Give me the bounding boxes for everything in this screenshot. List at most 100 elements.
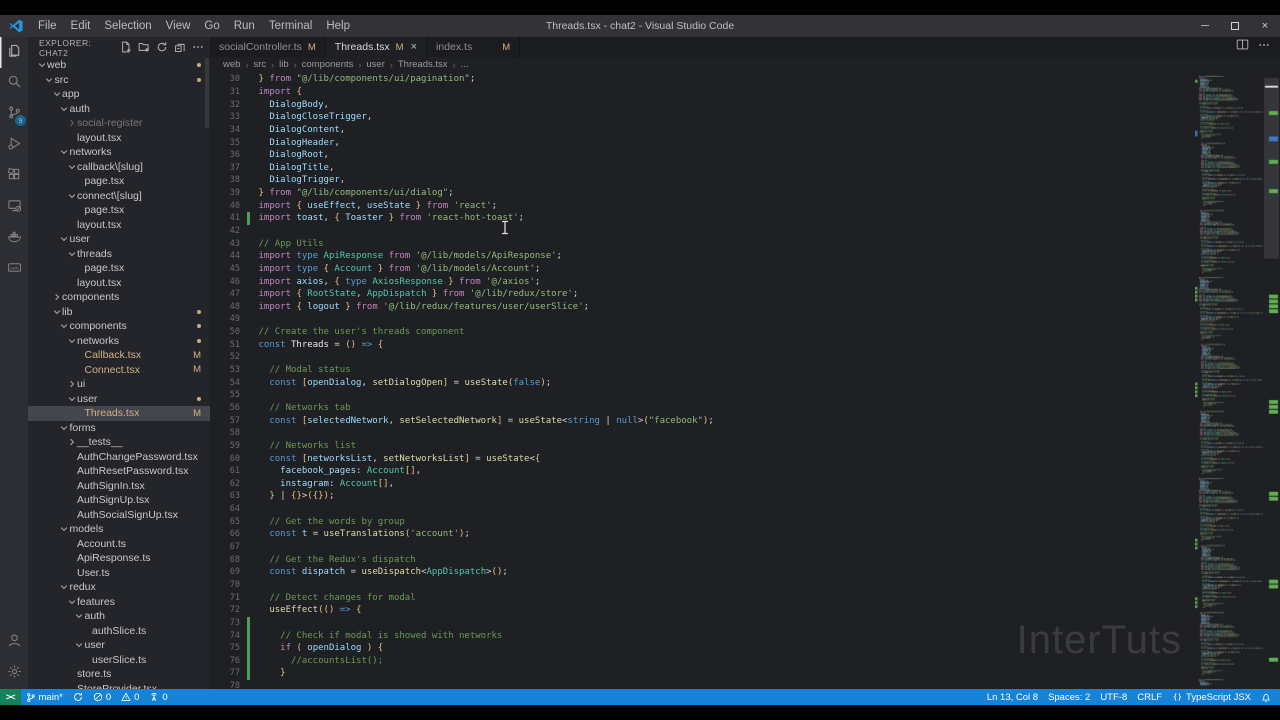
tree-item-auth[interactable]: auth — [28, 609, 210, 624]
tree-item-authresetpasswordtsx[interactable]: AuthResetPassword.tsx — [28, 464, 210, 479]
scrollbar-overview-ruler[interactable] — [1263, 72, 1280, 689]
tree-item-redux[interactable]: redux — [28, 580, 210, 595]
tree-item-networks[interactable]: networks — [28, 145, 210, 160]
refresh-button[interactable] — [154, 40, 170, 56]
menu-terminal[interactable]: Terminal — [262, 20, 319, 32]
ports-status[interactable]: 0 — [144, 689, 172, 705]
encoding[interactable]: UTF-8 — [1095, 689, 1132, 705]
tree-item-threads[interactable]: threads — [28, 247, 210, 262]
maximize-button[interactable] — [1220, 15, 1250, 37]
tree-item-networks[interactable]: networks — [28, 334, 210, 349]
tree-item-accountts[interactable]: Account.ts — [28, 537, 210, 552]
new-folder-button[interactable] — [136, 40, 152, 56]
tree-item-connecttsx[interactable]: Connect.tsx M — [28, 363, 210, 378]
tree-item-app[interactable]: app — [28, 87, 210, 102]
tree-item-authsignuptsx[interactable]: AuthSignUp.tsx — [28, 493, 210, 508]
code-area[interactable]: 30} from "@/lib/components/ui/pagination… — [210, 72, 1280, 689]
tree-item-authslicets[interactable]: authSlice.ts — [28, 624, 210, 639]
close-button[interactable]: × — [1250, 15, 1280, 37]
breadcrumb-item[interactable]: ... — [461, 59, 469, 70]
tree-item-features[interactable]: features — [28, 595, 210, 610]
tree-item-storets[interactable]: store.ts — [28, 667, 210, 682]
tree-item-threadstsx[interactable]: Threads.tsx M — [28, 406, 210, 421]
tree-item-lib[interactable]: lib — [28, 305, 210, 320]
tree-item-pagetsx[interactable]: page.tsx — [28, 203, 210, 218]
tree-item-callbackslug[interactable]: callback\[slug] — [28, 160, 210, 175]
breadcrumb-item[interactable]: lib — [279, 59, 289, 70]
menu-run[interactable]: Run — [227, 20, 262, 32]
tree-item-callbacktsx[interactable]: Callback.tsx M — [28, 348, 210, 363]
split-editor-icon[interactable] — [1236, 38, 1249, 56]
tree-item-forms[interactable]: forms — [28, 421, 210, 436]
sync-status[interactable] — [68, 689, 88, 705]
tree-item-models[interactable]: models — [28, 522, 210, 537]
notifications[interactable] — [1256, 689, 1276, 705]
cursor-position[interactable]: Ln 13, Col 8 — [982, 689, 1043, 705]
menu-file[interactable]: File — [31, 20, 64, 32]
tree-item-pagetsx[interactable]: page.tsx — [28, 174, 210, 189]
menu-selection[interactable]: Selection — [97, 20, 158, 32]
menu-view[interactable]: View — [159, 20, 198, 32]
tree-item-web[interactable]: web — [28, 58, 210, 73]
tree-item-user[interactable]: user — [28, 392, 210, 407]
activity-docker[interactable] — [0, 223, 28, 254]
tab-socialcontroller-ts[interactable]: socialController.ts M — [210, 37, 326, 57]
tree-item-layouttsx[interactable]: layout.tsx — [28, 131, 210, 146]
activity-run-and-debug[interactable] — [0, 130, 28, 161]
minimap[interactable] — [1195, 72, 1263, 689]
remote-indicator[interactable]: >< — [0, 689, 21, 705]
tab-index-ts[interactable]: index.ts M — [427, 37, 521, 57]
tree-item-storeprovidertsx[interactable]: StoreProvider.tsx — [28, 682, 210, 689]
menu-help[interactable]: Help — [319, 20, 357, 32]
language-mode[interactable]: TypeScript JSX — [1167, 689, 1256, 705]
activity-source-control[interactable]: 9 — [0, 99, 28, 130]
activity-remote-explorer[interactable] — [0, 192, 28, 223]
more-actions-icon[interactable] — [1258, 38, 1270, 56]
tree-item-components[interactable]: components — [28, 319, 210, 334]
tree-item-user[interactable]: user — [28, 638, 210, 653]
tree-item-layouttsx[interactable]: layout.tsx — [28, 218, 210, 233]
tree-item-pagetsx[interactable]: page.tsx — [28, 261, 210, 276]
activity-search[interactable] — [0, 68, 28, 99]
activity-settings[interactable] — [0, 658, 28, 689]
breadcrumb-item[interactable]: components — [302, 59, 354, 70]
more-button[interactable] — [190, 40, 206, 56]
tree-item-auth[interactable]: auth — [28, 102, 210, 117]
sidebar-scrollbar[interactable] — [205, 58, 209, 128]
tree-item-userts[interactable]: User.ts — [28, 566, 210, 581]
tree-item-userslicets[interactable]: userSlice.ts — [28, 653, 210, 668]
new-file-button[interactable] — [118, 40, 134, 56]
errors-status[interactable]: 0 — [88, 689, 116, 705]
menu-edit[interactable]: Edit — [64, 20, 98, 32]
breadcrumb-item[interactable]: user — [366, 59, 384, 70]
breadcrumb-item[interactable]: Threads.tsx — [398, 59, 448, 70]
branch-status[interactable]: main* — [21, 689, 68, 705]
tree-item-apiresponsets[interactable]: ApiResponse.ts — [28, 551, 210, 566]
activity-account[interactable] — [0, 627, 28, 658]
collapse-all-button[interactable] — [172, 40, 188, 56]
tab-close-icon[interactable]: × — [411, 41, 417, 53]
tree-item-user[interactable]: user — [28, 232, 210, 247]
tree-item-authsocialsignuptsx[interactable]: AuthSocialSignUp.tsx — [28, 508, 210, 523]
tree-item-connectslug[interactable]: connect\[slug] — [28, 189, 210, 204]
indentation[interactable]: Spaces: 2 — [1043, 689, 1095, 705]
menu-go[interactable]: Go — [197, 20, 226, 32]
activity-api-client[interactable]: /API — [0, 254, 28, 285]
tree-item-layouttsx[interactable]: layout.tsx — [28, 276, 210, 291]
tree-item-components[interactable]: components — [28, 290, 210, 305]
warnings-status[interactable]: 0 — [116, 689, 144, 705]
breadcrumb[interactable]: web › src › lib › components › user › Threads.tsx ›… — [210, 57, 1280, 72]
tree-item-ui[interactable]: ui — [28, 377, 210, 392]
tree-item-src[interactable]: src — [28, 73, 210, 88]
tree-item-authchangepasswordtsx[interactable]: AuthChangePassword.tsx — [28, 450, 210, 465]
tab-threads-tsx[interactable]: Threads.tsx M × — [325, 37, 428, 57]
tree-item-__tests__[interactable]: __tests__ — [28, 435, 210, 450]
breadcrumb-item[interactable]: web — [223, 59, 240, 70]
eol[interactable]: CRLF — [1132, 689, 1167, 705]
breadcrumb-item[interactable]: src — [253, 59, 266, 70]
tree-item-authsignintsx[interactable]: AuthSignIn.tsx — [28, 479, 210, 494]
activity-extensions[interactable] — [0, 161, 28, 192]
tree-item-social-register[interactable]: social-register — [28, 116, 210, 131]
activity-explorer[interactable] — [0, 37, 28, 68]
minimize-button[interactable]: ─ — [1190, 15, 1220, 37]
